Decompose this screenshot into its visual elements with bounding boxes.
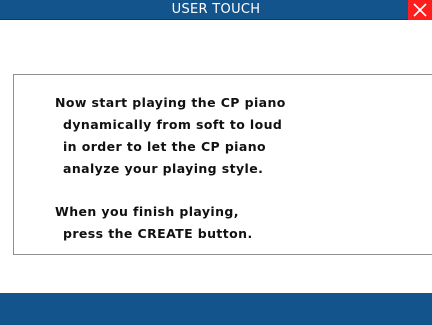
user-touch-screen: USER TOUCH Now start playing the CP pian…: [0, 0, 432, 325]
message-line: When you finish playing,: [55, 204, 239, 219]
message-line: in order to let the CP piano: [63, 139, 266, 154]
message-line: dynamically from soft to loud: [63, 117, 283, 132]
message-line: analyze your playing style.: [63, 161, 264, 176]
close-icon: [413, 3, 427, 17]
bottom-bar: [0, 293, 432, 325]
message-box: Now start playing the CP piano dynamical…: [13, 74, 432, 255]
message-line: press the CREATE button.: [63, 226, 253, 241]
close-button[interactable]: [408, 0, 432, 20]
title-bar: USER TOUCH: [0, 0, 432, 20]
message-line: Now start playing the CP piano: [55, 95, 286, 110]
window-title: USER TOUCH: [171, 2, 261, 17]
